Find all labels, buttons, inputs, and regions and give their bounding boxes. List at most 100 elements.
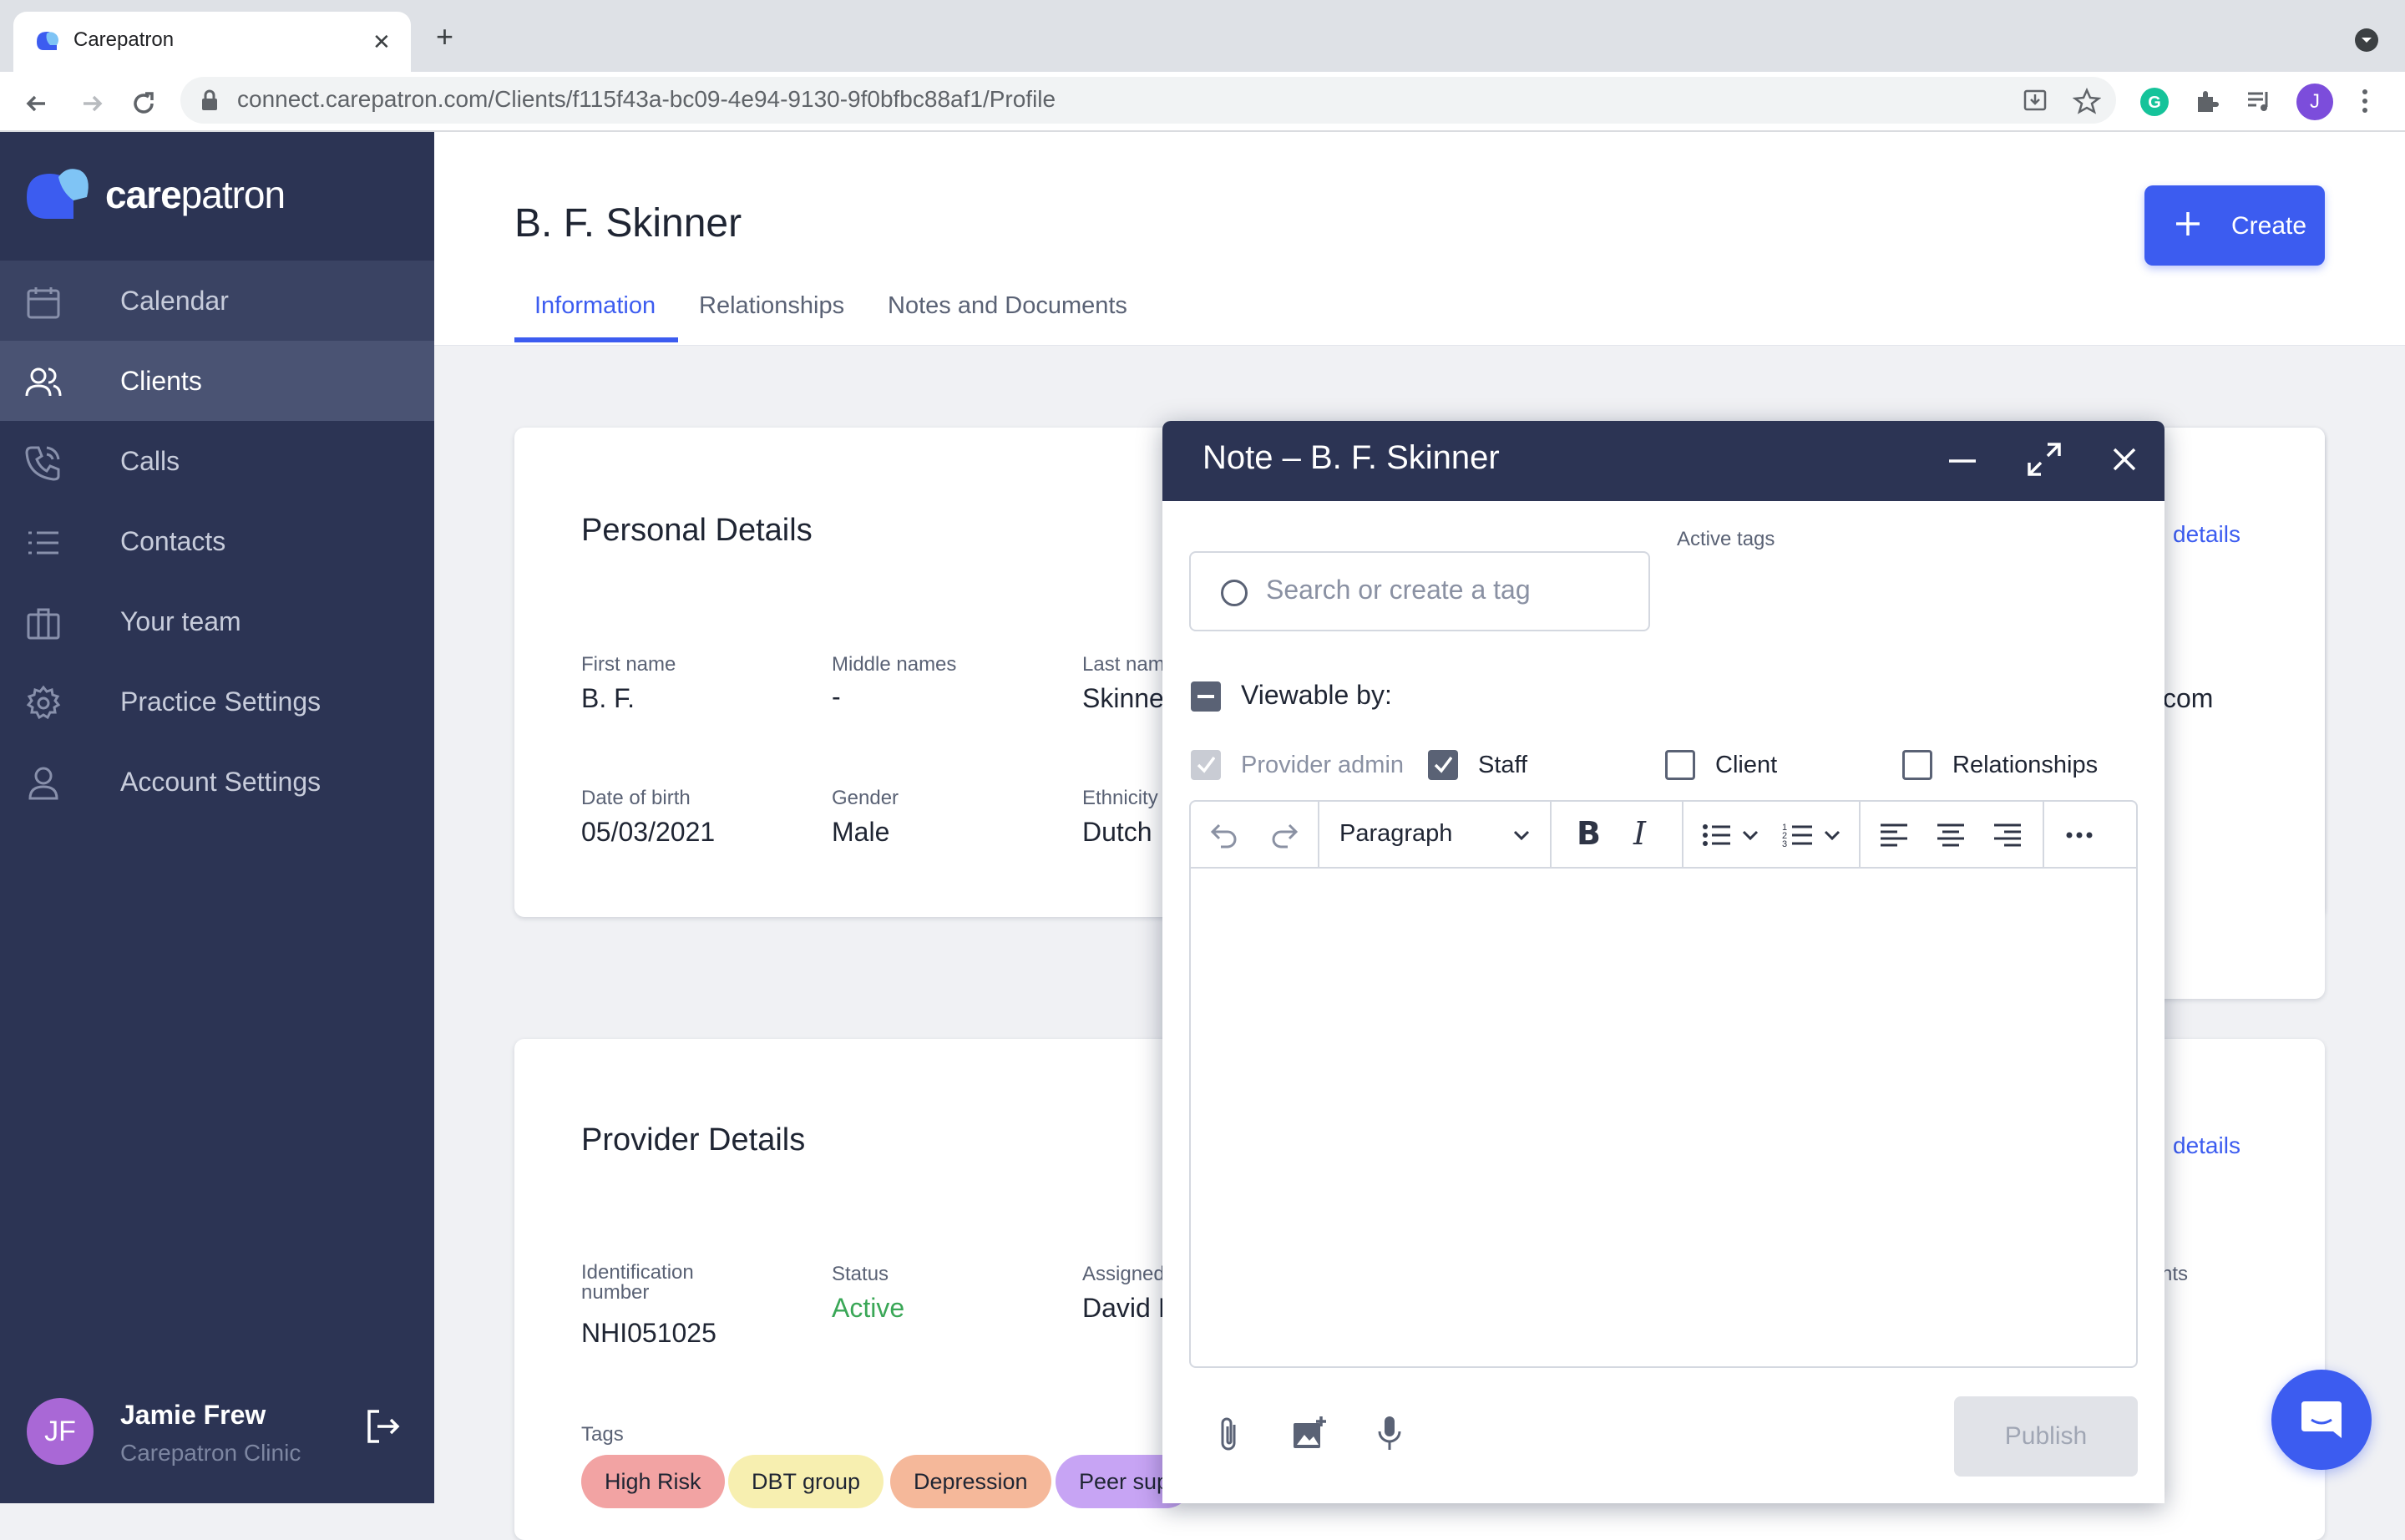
minimize-icon[interactable] xyxy=(1946,446,1979,476)
sidebar-item-label: Your team xyxy=(120,606,241,636)
publish-button[interactable]: Publish xyxy=(1954,1396,2138,1477)
field-label: First name xyxy=(581,653,676,676)
tag-search-placeholder: Search or create a tag xyxy=(1266,575,1531,605)
forward-icon[interactable] xyxy=(75,87,109,120)
microphone-icon[interactable] xyxy=(1376,1415,1403,1451)
editor-content-area[interactable] xyxy=(1191,870,2136,1366)
field-label: nts xyxy=(2161,1263,2189,1285)
browser-tab[interactable]: Carepatron ✕ xyxy=(13,12,411,72)
paragraph-style-select[interactable]: Paragraph xyxy=(1339,820,1452,848)
carepatron-wordmark: carepatron xyxy=(105,173,286,216)
chevron-down-icon[interactable] xyxy=(1740,825,1760,845)
toolbar-separator xyxy=(1550,802,1552,869)
field-value-identification-number: NHI051025 xyxy=(581,1318,716,1348)
tab-information[interactable]: Information xyxy=(534,292,656,320)
tag-chip-high-risk[interactable]: High Risk xyxy=(581,1455,725,1508)
field-label: Assigned xyxy=(1082,1263,1165,1285)
sidebar-item-calls[interactable]: Calls xyxy=(0,421,434,501)
sidebar-item-account-settings[interactable]: Account Settings xyxy=(0,742,434,822)
bullet-list-icon[interactable] xyxy=(1700,820,1734,850)
field-value-ethnicity: Dutch xyxy=(1082,817,1152,847)
rich-text-editor: Paragraph B I 123 xyxy=(1189,800,2138,1368)
browser-tab-title: Carepatron xyxy=(73,28,175,51)
extensions-puzzle-icon[interactable] xyxy=(2193,87,2221,115)
toolbar-separator xyxy=(1682,802,1684,869)
staff-checkbox[interactable] xyxy=(1428,750,1458,780)
sidebar-item-your-team[interactable]: Your team xyxy=(0,581,434,661)
media-queue-icon[interactable] xyxy=(2245,87,2275,115)
add-image-icon[interactable] xyxy=(1291,1415,1328,1451)
field-label: Gender xyxy=(832,787,899,809)
url-text[interactable]: connect.carepatron.com/Clients/f115f43a-… xyxy=(237,86,1056,113)
relationships-checkbox[interactable] xyxy=(1902,750,1932,780)
phone-icon xyxy=(25,444,62,481)
client-label: Client xyxy=(1715,752,1778,778)
editor-toolbar: Paragraph B I 123 xyxy=(1191,802,2136,869)
carepatron-logo-icon[interactable] xyxy=(25,164,105,224)
section-title-provider-details: Provider Details xyxy=(581,1122,806,1158)
field-label: Status xyxy=(832,1263,889,1285)
close-tab-icon[interactable]: ✕ xyxy=(372,30,391,53)
close-icon[interactable] xyxy=(2109,444,2139,474)
chat-support-button[interactable] xyxy=(2271,1370,2372,1470)
user-organization: Carepatron Clinic xyxy=(120,1440,301,1466)
person-icon xyxy=(25,765,62,802)
note-dialog-title: Note – B. F. Skinner xyxy=(1202,439,1500,476)
plus-icon xyxy=(2175,204,2201,244)
section-title-personal-details: Personal Details xyxy=(581,513,813,548)
italic-button[interactable]: I xyxy=(1633,815,1646,852)
bookmark-star-icon[interactable] xyxy=(2073,87,2101,115)
provider-admin-label: Provider admin xyxy=(1241,752,1405,778)
sidebar-item-practice-settings[interactable]: Practice Settings xyxy=(0,661,434,742)
align-left-icon[interactable] xyxy=(1879,820,1909,850)
bold-button[interactable]: B xyxy=(1577,815,1601,852)
install-app-icon[interactable] xyxy=(2021,87,2049,115)
edit-details-link[interactable]: details xyxy=(2173,521,2240,548)
align-right-icon[interactable] xyxy=(1992,820,2023,850)
tab-search-icon[interactable] xyxy=(2355,28,2378,52)
create-button-label: Create xyxy=(2231,212,2307,240)
browser-profile-avatar[interactable]: J xyxy=(2296,84,2333,120)
logout-icon[interactable] xyxy=(364,1408,401,1445)
tab-relationships[interactable]: Relationships xyxy=(699,292,844,320)
page-title: B. F. Skinner xyxy=(514,201,742,246)
more-options-icon[interactable] xyxy=(2063,820,2096,850)
field-value-last-name: Skinne xyxy=(1082,683,1164,713)
tag-chip-dbt-group[interactable]: DBT group xyxy=(728,1455,884,1508)
lock-icon[interactable] xyxy=(200,89,219,112)
chevron-down-icon[interactable] xyxy=(1822,825,1842,845)
numbered-list-icon[interactable]: 123 xyxy=(1782,820,1815,850)
sidebar-item-label: Contacts xyxy=(120,526,226,556)
field-label-tags: Tags xyxy=(581,1423,624,1446)
field-label: Identification number xyxy=(581,1261,694,1304)
expand-icon[interactable] xyxy=(2026,441,2063,478)
tab-notes-and-documents[interactable]: Notes and Documents xyxy=(888,292,1127,320)
create-button[interactable]: Create xyxy=(2144,185,2325,266)
toolbar-separator xyxy=(1859,802,1861,869)
align-center-icon[interactable] xyxy=(1936,820,1966,850)
attachment-icon[interactable] xyxy=(1216,1415,1243,1455)
avatar[interactable]: JF xyxy=(27,1398,94,1465)
reload-icon[interactable] xyxy=(127,87,160,120)
chevron-down-icon[interactable] xyxy=(1511,825,1532,845)
sidebar-item-clients[interactable]: Clients xyxy=(0,341,434,421)
sidebar-item-contacts[interactable]: Contacts xyxy=(0,501,434,581)
viewable-by-checkbox[interactable] xyxy=(1191,681,1221,712)
carepatron-favicon-icon xyxy=(33,28,62,53)
browser-menu-icon[interactable] xyxy=(2360,87,2370,115)
client-checkbox[interactable] xyxy=(1665,750,1695,780)
new-tab-icon[interactable]: + xyxy=(436,22,453,52)
back-icon[interactable] xyxy=(20,87,53,120)
redo-icon[interactable] xyxy=(1268,820,1301,850)
users-icon xyxy=(25,364,62,401)
undo-icon[interactable] xyxy=(1208,820,1241,850)
tag-chip-depression[interactable]: Depression xyxy=(890,1455,1051,1508)
edit-details-link[interactable]: details xyxy=(2173,1132,2240,1159)
gear-icon xyxy=(25,685,62,722)
viewable-by-label: Viewable by: xyxy=(1241,680,1392,710)
field-value-email: com xyxy=(2163,683,2214,713)
toolbar-separator xyxy=(2043,802,2044,869)
grammarly-extension-icon[interactable]: G xyxy=(2139,87,2170,117)
tag-search-input[interactable]: Search or create a tag xyxy=(1189,551,1650,631)
sidebar-item-calendar[interactable]: Calendar xyxy=(0,261,434,341)
